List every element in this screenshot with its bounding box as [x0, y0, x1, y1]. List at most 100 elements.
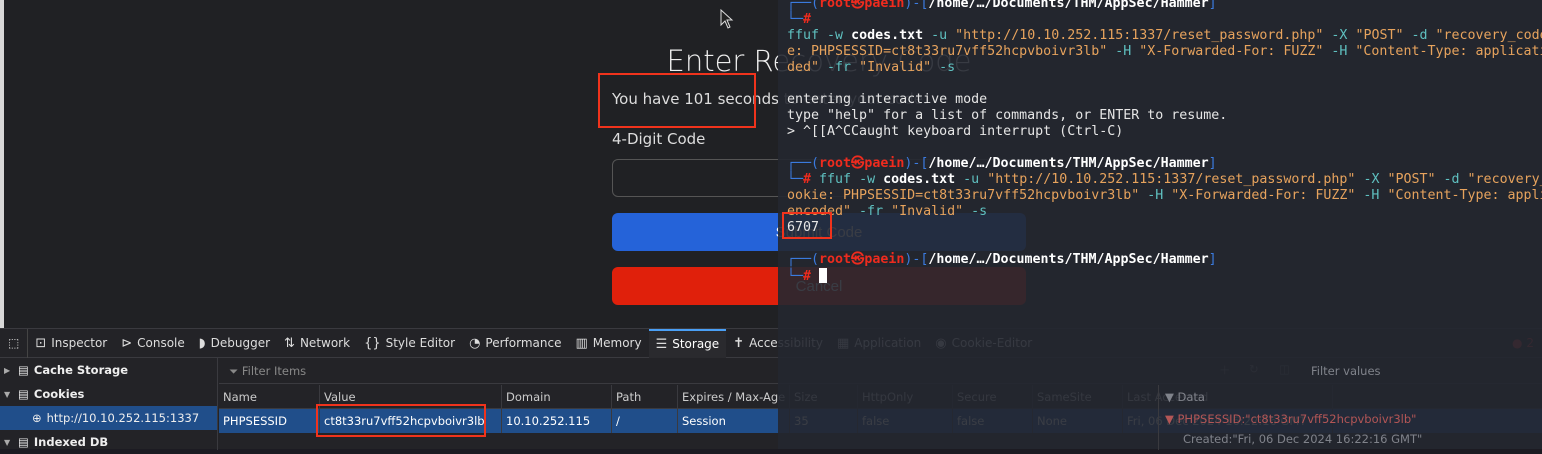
column-header[interactable]: Expires / Max-Age [678, 385, 790, 408]
terminal-cursor [819, 268, 828, 283]
terminal-segment: e: PHPSESSID=ct8t33ru7vff52hcpvboivr3lb" [787, 44, 1108, 59]
cell-expires-max-age: Session [678, 409, 790, 433]
terminal-segment: -H [1139, 188, 1172, 203]
terminal-segment: /home/…/Documents/THM/AppSec/Hammer [928, 252, 1209, 267]
terminal-segment: -H [1323, 44, 1356, 59]
terminal-segment: entering interactive mode [787, 92, 988, 107]
tab-storage[interactable]: ☰ Storage [648, 328, 727, 358]
database-icon: ▤ [18, 387, 29, 401]
terminal-segment: -X [1323, 28, 1356, 43]
tab-performance[interactable]: ◔ Performance [462, 329, 568, 358]
terminal-segment: ffuf [787, 28, 820, 43]
terminal-segment: /home/…/Documents/THM/AppSec/Hammer [928, 156, 1209, 171]
database-icon: ▤ [18, 435, 29, 449]
terminal-segment: -fr [851, 204, 892, 219]
terminal-segment: root㉿paein [819, 156, 905, 171]
terminal-segment: "recovery_code [1435, 28, 1542, 43]
tab-console[interactable]: ⊳ Console [114, 329, 192, 358]
data-header: ▼ Data [1165, 390, 1205, 404]
terminal-segment: )-[ [904, 252, 929, 267]
tab-inspector[interactable]: ⊡ Inspector [28, 329, 114, 358]
terminal-segment: "X-Forwarded-For: FUZZ" [1139, 44, 1324, 59]
globe-icon: ⊕ [32, 411, 42, 425]
terminal-segment: -u [923, 28, 956, 43]
storage-tree: ▶ ▤ Cache Storage ▼ ▤ Cookies ⊕ http://10.10.… [0, 358, 218, 450]
column-header[interactable]: Domain [502, 385, 612, 408]
terminal-segment: -H [1107, 44, 1140, 59]
terminal-line: └─# [787, 268, 1542, 284]
filter-icon: ⏷ [229, 364, 239, 378]
tab-label: Storage [672, 337, 720, 351]
tab-memory[interactable]: ▥ Memory [568, 329, 648, 358]
terminal-segment: -d [1403, 28, 1436, 43]
tree-item-cache-storage[interactable]: ▶ ▤ Cache Storage [0, 358, 217, 382]
data-created: Created:"Fri, 06 Dec 2024 16:22:16 GMT" [1183, 432, 1423, 446]
terminal-line: ┌──(root㉿paein)-[/home/…/Documents/THM/A… [787, 156, 1542, 172]
tree-item-cookie-host[interactable]: ⊕ http://10.10.252.115:1337 [0, 406, 217, 430]
tree-item-cookies[interactable]: ▼ ▤ Cookies [0, 382, 217, 406]
terminal-segment: codes.txt [883, 172, 956, 187]
terminal-segment [811, 269, 819, 284]
highlight-box-session-value [316, 404, 486, 437]
database-icon: ▤ [18, 363, 29, 377]
terminal-segment: "recovery_ [1467, 172, 1542, 187]
terminal-segment: └─ [787, 269, 804, 284]
tab-label: Style Editor [385, 336, 456, 350]
terminal-window[interactable]: ┌──(root㉿paein)-[/home/…/Documents/THM/A… [778, 0, 1542, 449]
terminal-segment: ookie: PHPSESSID=ct8t33ru7vff52hcpvboivr… [787, 188, 1140, 203]
terminal-segment: "Content-Type: appli [1387, 188, 1542, 203]
terminal-segment: "POST" [1387, 172, 1436, 187]
column-header[interactable]: Name [219, 385, 320, 408]
console-icon: ⊳ [121, 335, 133, 351]
terminal-segment: -s [963, 204, 988, 219]
terminal-segment: "X-Forwarded-For: FUZZ" [1171, 188, 1356, 203]
network-icon: ⇅ [284, 335, 295, 351]
terminal-line: e: PHPSESSID=ct8t33ru7vff52hcpvboivr3lb"… [787, 44, 1542, 60]
tab-label: Debugger [210, 336, 271, 350]
column-header[interactable]: Path [612, 385, 678, 408]
picker-icon: ⬚ [8, 336, 20, 350]
tab-label: Inspector [51, 336, 108, 350]
terminal-line: ┌──(root㉿paein)-[/home/…/Documents/THM/A… [787, 0, 1542, 12]
terminal-segment: ┌──( [787, 0, 820, 11]
tree-item-indexed-db[interactable]: ▼ ▤ Indexed DB [0, 430, 217, 454]
terminal-segment: ┌──( [787, 156, 820, 171]
terminal-segment: └─ [787, 12, 804, 27]
cell-domain: 10.10.252.115 [502, 409, 612, 433]
accessibility-icon: ✝ [733, 335, 745, 351]
storage-icon: ☰ [655, 336, 668, 352]
terminal-segment: # [803, 12, 812, 27]
terminal-line: ┌──(root㉿paein)-[/home/…/Documents/THM/A… [787, 252, 1542, 268]
tab-label: Performance [485, 336, 562, 350]
terminal-segment: └─ [787, 172, 804, 187]
terminal-segment: ] [1208, 156, 1217, 171]
terminal-segment: "Invalid" [891, 204, 964, 219]
element-picker-button[interactable]: ⬚ [0, 328, 29, 358]
terminal-segment: )-[ [904, 156, 929, 171]
terminal-line: encoded" -fr "Invalid" -s [787, 204, 1542, 220]
terminal-line: └─# ffuf -w codes.txt -u "http://10.10.2… [787, 172, 1542, 188]
terminal-line: ookie: PHPSESSID=ct8t33ru7vff52hcpvboivr… [787, 188, 1542, 204]
terminal-line: ded" -fr "Invalid" -s [787, 60, 1542, 76]
terminal-output: ┌──(root㉿paein)-[/home/…/Documents/THM/A… [787, 0, 1542, 284]
terminal-segment: type "help" for a list of commands, or E… [787, 108, 1228, 123]
tab-label: Memory [592, 336, 642, 350]
data-item[interactable]: ▼ PHPSESSID:"ct8t33ru7vff52hcpvboivr3lb" [1165, 412, 1536, 426]
terminal-segment: ded" [787, 60, 820, 75]
terminal-segment: # [803, 269, 812, 284]
data-sidebar: ▼ Data ▼ PHPSESSID:"ct8t33ru7vff52hcpvbo… [1158, 385, 1542, 450]
tab-debugger[interactable]: ◗ Debugger [192, 329, 277, 358]
terminal-line: 6707 [787, 220, 1542, 236]
terminal-segment: "Invalid" [859, 60, 932, 75]
highlight-box-code [782, 212, 832, 239]
terminal-segment: ] [1208, 252, 1217, 267]
tab-network[interactable]: ⇅ Network [277, 329, 357, 358]
terminal-segment: > ^[[A^CCaught keyboard interrupt (Ctrl-… [787, 124, 1124, 139]
terminal-line: └─# [787, 12, 1542, 28]
tab-style-editor[interactable]: {} Style Editor [357, 329, 462, 358]
performance-icon: ◔ [469, 335, 481, 351]
terminal-segment: root㉿paein [819, 252, 905, 267]
